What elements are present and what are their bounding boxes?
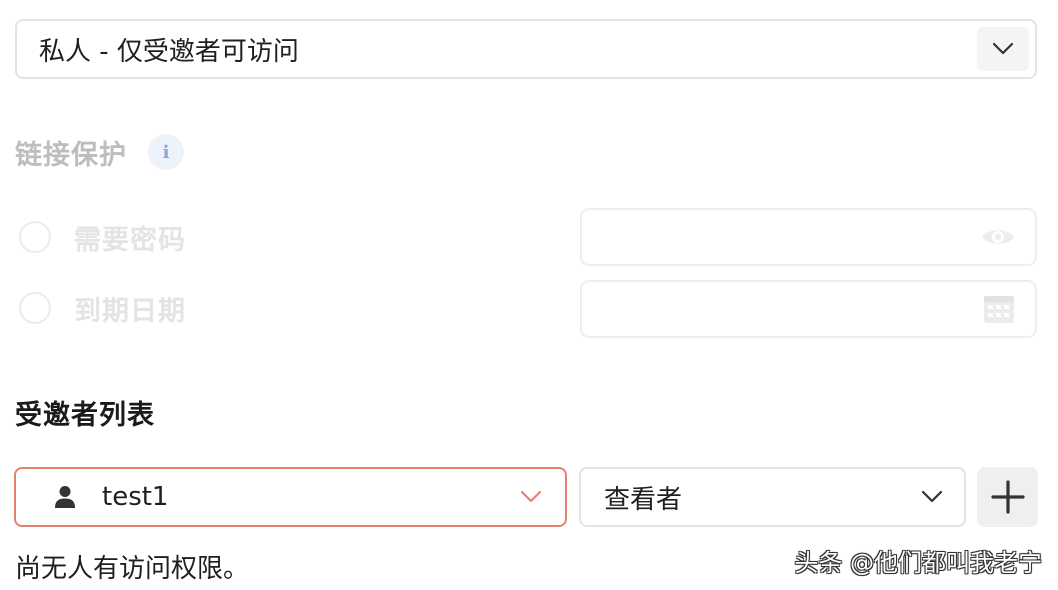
require-password-label: 需要密码	[74, 224, 186, 256]
calendar-icon[interactable]	[983, 294, 1015, 324]
chevron-down-icon	[921, 490, 943, 503]
info-icon[interactable]: i	[148, 134, 184, 170]
empty-access-message: 尚无人有访问权限。	[15, 553, 250, 584]
role-value: 查看者	[604, 484, 683, 515]
access-level-value: 私人 - 仅受邀者可访问	[39, 36, 299, 67]
invitee-user-select[interactable]: test1	[14, 467, 567, 527]
chevron-down-icon	[520, 490, 542, 503]
expiration-date-field[interactable]	[580, 280, 1037, 338]
role-select[interactable]: 查看者	[579, 467, 966, 527]
access-level-select[interactable]: 私人 - 仅受邀者可访问	[15, 19, 1037, 79]
add-invitee-button[interactable]	[977, 467, 1038, 527]
expiration-date-label: 到期日期	[74, 295, 186, 327]
role-dropdown-toggle[interactable]	[906, 475, 958, 519]
link-protection-title: 链接保护	[15, 139, 127, 171]
user-icon	[55, 486, 75, 508]
watermark-text: 头条 @他们都叫我老宁	[794, 548, 1042, 577]
require-password-radio[interactable]	[19, 221, 51, 253]
invitee-user-dropdown-toggle[interactable]	[505, 475, 557, 519]
password-field[interactable]	[580, 208, 1037, 266]
expiration-date-radio[interactable]	[19, 292, 51, 324]
access-level-dropdown-toggle[interactable]	[977, 27, 1029, 71]
plus-icon	[990, 480, 1025, 514]
eye-icon[interactable]	[981, 226, 1015, 248]
invitee-list-title: 受邀者列表	[15, 399, 155, 431]
chevron-down-icon	[992, 42, 1014, 55]
invitee-user-value: test1	[102, 482, 169, 512]
